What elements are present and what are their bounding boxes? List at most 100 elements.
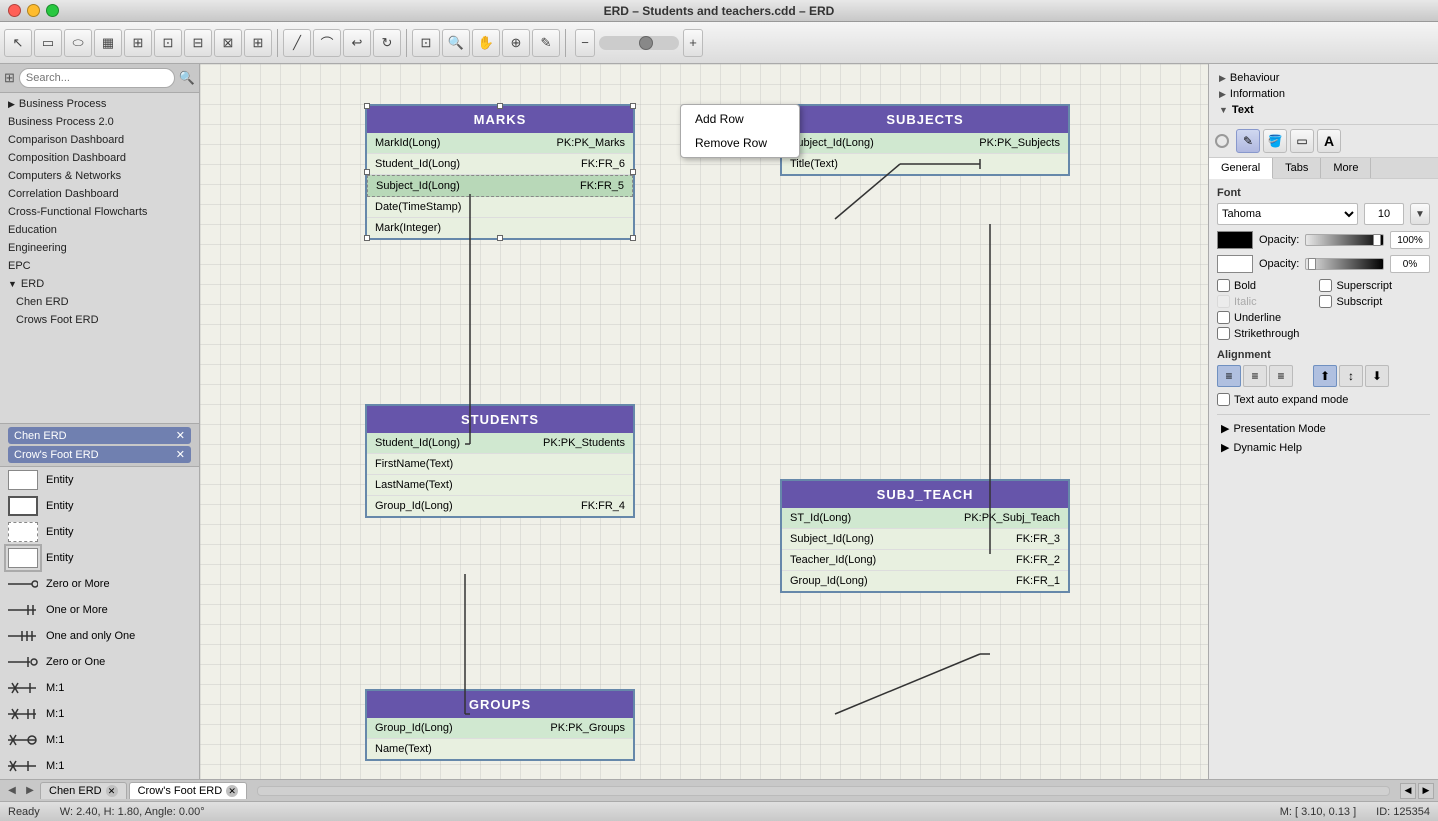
marks-row-date[interactable]: Date(TimeStamp)	[367, 197, 633, 218]
sidebar-search-btn[interactable]: 🔍	[179, 68, 195, 88]
shape-zero-one[interactable]: Zero or One	[0, 649, 199, 675]
table-subj-teach[interactable]: SUBJ_TEACH ST_Id(Long) PK:PK_Subj_Teach …	[780, 479, 1070, 593]
h-scrollbar[interactable]	[257, 786, 1390, 796]
students-row-lastname[interactable]: LastName(Text)	[367, 475, 633, 496]
panel-text-btn[interactable]: A	[1317, 129, 1341, 153]
connector-tool[interactable]: ╱	[283, 29, 311, 57]
tool8[interactable]: ⊠	[214, 29, 242, 57]
redo-tool[interactable]: ↻	[373, 29, 401, 57]
strikethrough-checkbox[interactable]	[1217, 327, 1230, 340]
scroll-left[interactable]: ◀	[1400, 783, 1416, 799]
panel-pen-btn[interactable]: ✎	[1236, 129, 1260, 153]
shape-entity-4[interactable]: Entity	[0, 545, 199, 571]
tab-nav-prev[interactable]: ◀	[4, 783, 20, 799]
sidebar-search-input[interactable]	[19, 68, 175, 88]
students-row-studentid[interactable]: Student_Id(Long) PK:PK_Students	[367, 433, 633, 454]
students-row-firstname[interactable]: FirstName(Text)	[367, 454, 633, 475]
tool7[interactable]: ⊟	[184, 29, 212, 57]
auto-expand-checkbox[interactable]	[1217, 393, 1230, 406]
nav-item-business-process2[interactable]: Business Process 2.0	[0, 113, 199, 131]
marks-row-studentid[interactable]: Student_Id(Long) FK:FR_6	[367, 154, 633, 175]
handle-bm[interactable]	[497, 235, 503, 241]
scroll-right[interactable]: ▶	[1418, 783, 1434, 799]
nav-item-comparison[interactable]: Comparison Dashboard	[0, 131, 199, 149]
active-tab-crows[interactable]: Crow's Foot ERD ✕	[8, 446, 191, 463]
handle-bl[interactable]	[364, 235, 370, 241]
context-remove-row[interactable]: Remove Row	[681, 131, 799, 155]
subj-teach-row-subjectid[interactable]: Subject_Id(Long) FK:FR_3	[782, 529, 1068, 550]
ellipse-tool[interactable]: ⬭	[64, 29, 92, 57]
nav-item-crows-foot-erd[interactable]: Crows Foot ERD	[0, 311, 199, 329]
opacity-slider-2[interactable]	[1305, 258, 1384, 270]
close-btn[interactable]	[8, 4, 21, 17]
panel-tab-more[interactable]: More	[1321, 158, 1371, 178]
table-tool[interactable]: ▦	[94, 29, 122, 57]
nav-item-composition[interactable]: Composition Dashboard	[0, 149, 199, 167]
zoom-out-btn[interactable]: −	[575, 29, 595, 57]
subjects-row-subjectid[interactable]: Subject_Id(Long) PK:PK_Subjects	[782, 133, 1068, 154]
shape-m1-a[interactable]: M:1	[0, 675, 199, 701]
valign-middle[interactable]: ↕	[1339, 365, 1363, 387]
shape-m1-b[interactable]: M:1	[0, 701, 199, 727]
font-family-select[interactable]: Tahoma	[1217, 203, 1358, 225]
sidebar-grid-icon[interactable]: ⊞	[4, 68, 15, 88]
shape-m1-d[interactable]: M:1	[0, 753, 199, 779]
close-crows-tab[interactable]: ✕	[176, 448, 185, 461]
zoom-slider[interactable]	[599, 36, 679, 50]
students-row-groupid[interactable]: Group_Id(Long) FK:FR_4	[367, 496, 633, 516]
rect-tool[interactable]: ▭	[34, 29, 62, 57]
handle-mr[interactable]	[630, 169, 636, 175]
align-left[interactable]: ≡	[1217, 365, 1241, 387]
shape-entity-3[interactable]: Entity	[0, 519, 199, 545]
select-tool[interactable]: ↖	[4, 29, 32, 57]
subj-teach-row-teacherid[interactable]: Teacher_Id(Long) FK:FR_2	[782, 550, 1068, 571]
shape-zero-more[interactable]: Zero or More	[0, 571, 199, 597]
panel-border-btn[interactable]: ▭	[1290, 129, 1314, 153]
presentation-mode-item[interactable]: ▶ Presentation Mode	[1217, 419, 1430, 438]
groups-row-name[interactable]: Name(Text)	[367, 739, 633, 759]
panel-tab-general[interactable]: General	[1209, 158, 1273, 179]
align-center[interactable]: ≡	[1243, 365, 1267, 387]
opacity-slider-1[interactable]	[1305, 234, 1384, 246]
subscript-checkbox[interactable]	[1319, 295, 1332, 308]
arc-tool[interactable]: ⌒	[313, 29, 341, 57]
tool5[interactable]: ⊞	[124, 29, 152, 57]
nav-item-engineering[interactable]: Engineering	[0, 239, 199, 257]
zoom-plus-btn[interactable]: +	[683, 29, 703, 57]
tool9[interactable]: ⊞	[244, 29, 272, 57]
font-size-up[interactable]: ▼	[1410, 203, 1430, 225]
zoom-in-tool[interactable]: 🔍	[442, 29, 470, 57]
handle-br[interactable]	[630, 235, 636, 241]
shape-entity-2[interactable]: Entity	[0, 493, 199, 519]
marks-row-subjectid[interactable]: Subject_Id(Long) FK:FR_5	[367, 175, 633, 197]
close-chen-tab[interactable]: ✕	[176, 429, 185, 442]
nav-item-education[interactable]: Education	[0, 221, 199, 239]
valign-bottom[interactable]: ⬇	[1365, 365, 1389, 387]
marks-row-markid[interactable]: MarkId(Long) PK:PK_Marks	[367, 133, 633, 154]
subj-teach-row-groupid[interactable]: Group_Id(Long) FK:FR_1	[782, 571, 1068, 591]
table-groups[interactable]: GROUPS Group_Id(Long) PK:PK_Groups Name(…	[365, 689, 635, 761]
handle-tr[interactable]	[630, 103, 636, 109]
color-swatch-2[interactable]	[1217, 255, 1253, 273]
handle-ml[interactable]	[364, 169, 370, 175]
shape-entity-1[interactable]: Entity	[0, 467, 199, 493]
connect-tool[interactable]: ⊕	[502, 29, 530, 57]
nav-item-computers[interactable]: Computers & Networks	[0, 167, 199, 185]
table-subjects[interactable]: SUBJECTS Subject_Id(Long) PK:PK_Subjects…	[780, 104, 1070, 176]
handle-tl[interactable]	[364, 103, 370, 109]
undo-tool[interactable]: ↩	[343, 29, 371, 57]
minimize-btn[interactable]	[27, 4, 40, 17]
tree-item-text[interactable]: ▼ Text	[1215, 102, 1432, 118]
table-marks[interactable]: MARKS MarkId(Long) PK:PK_Marks Student_I…	[365, 104, 635, 240]
panel-tab-tabs[interactable]: Tabs	[1273, 158, 1321, 178]
italic-checkbox[interactable]	[1217, 295, 1230, 308]
valign-top[interactable]: ⬆	[1313, 365, 1337, 387]
nav-item-crossfunctional[interactable]: Cross-Functional Flowcharts	[0, 203, 199, 221]
tab-chen-erd[interactable]: Chen ERD ✕	[40, 782, 127, 799]
nav-item-erd[interactable]: ▼ ERD	[0, 275, 199, 293]
color-swatch-1[interactable]	[1217, 231, 1253, 249]
nav-item-business-process[interactable]: ▶ Business Process	[0, 95, 199, 113]
zoom-fit[interactable]: ⊡	[412, 29, 440, 57]
subj-teach-row-stid[interactable]: ST_Id(Long) PK:PK_Subj_Teach	[782, 508, 1068, 529]
canvas-area[interactable]: Add Row Remove Row MARKS MarkId(Long) PK…	[200, 64, 1208, 779]
